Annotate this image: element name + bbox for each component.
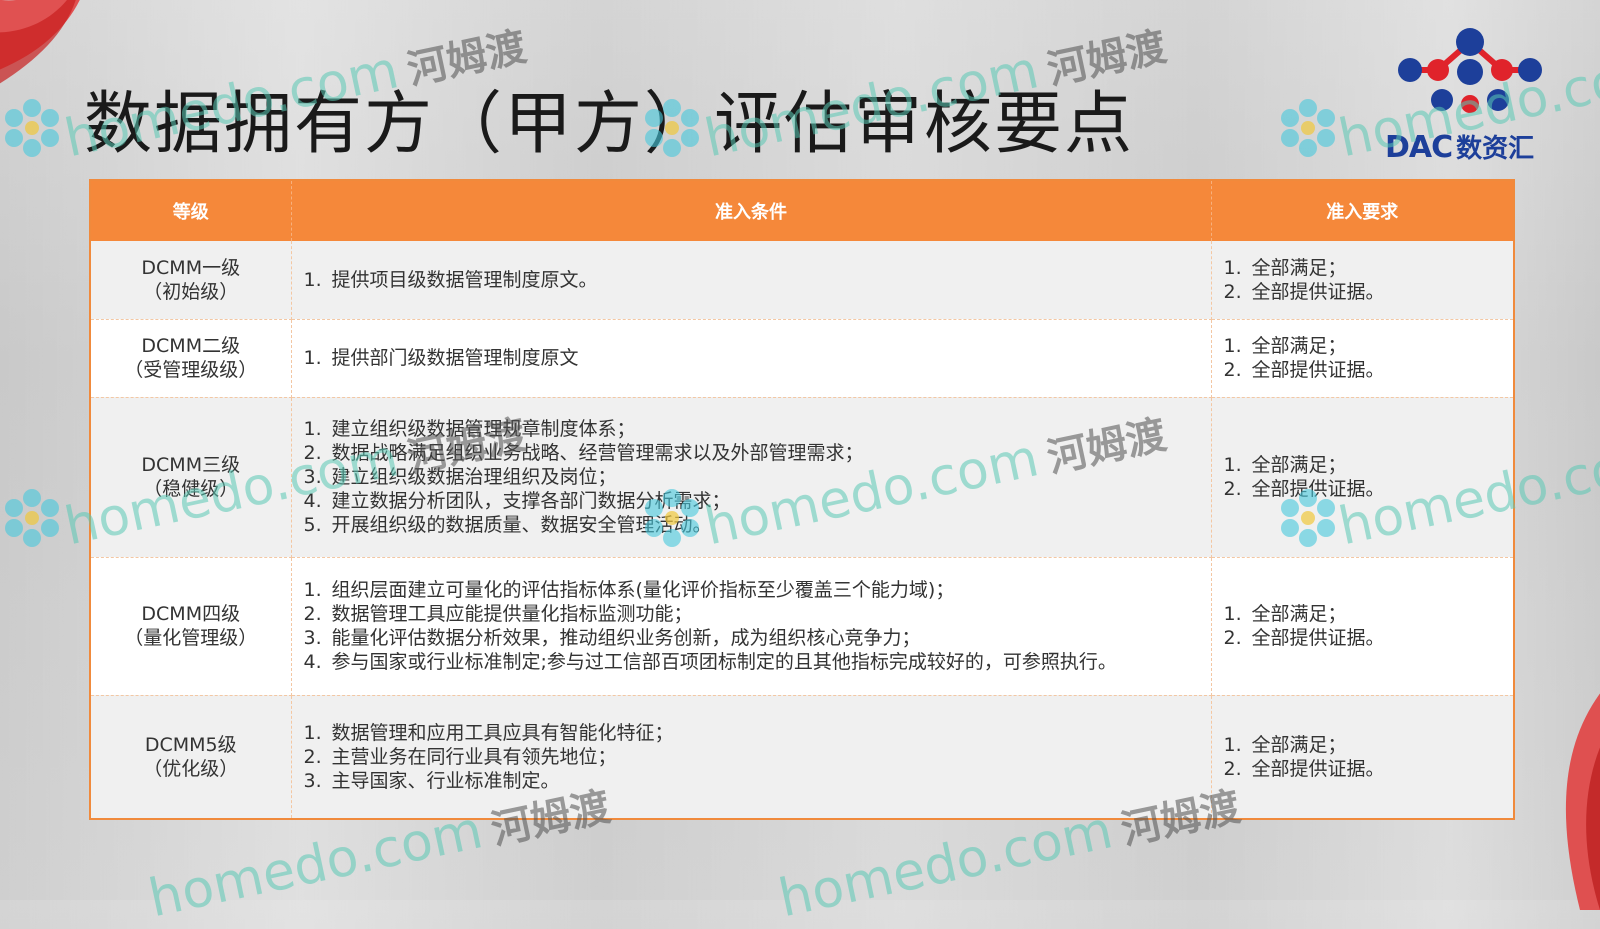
table-row: DCMM二级 （受管理级级） 1. 提供部门级数据管理制度原文 1. 全部满足； 2…: [91, 319, 1513, 398]
list-item: 2. 全部提供证据。: [1223, 478, 1385, 500]
list-item: 4. 建立数据分析团队，支撑各部门数据分析需求；: [303, 490, 731, 512]
level-cell: DCMM二级 （受管理级级）: [91, 319, 292, 398]
list-item: 1. 建立组织级数据管理规章制度体系；: [303, 418, 636, 440]
level-name: DCMM三级: [141, 454, 241, 476]
list-item: 2. 全部提供证据。: [1223, 757, 1385, 780]
watermark-flower-icon: [5, 489, 59, 547]
level-subtitle: （稳健级）: [143, 478, 239, 500]
table-row: DCMM三级 （稳健级） 1. 建立组织级数据管理规章制度体系； 2. 数据战略满足…: [91, 397, 1513, 558]
list-item: 2. 主营业务在同行业具有领先地位；: [303, 745, 617, 768]
logo-brand: DAC: [1385, 130, 1453, 165]
level-cell: DCMM一级 （初始级）: [91, 241, 292, 320]
requirements-cell: 1. 全部满足； 2. 全部提供证据。: [1211, 397, 1513, 558]
list-item: 1. 全部满足；: [1223, 454, 1347, 476]
level-subtitle: （优化级）: [143, 757, 239, 780]
list-item: 2. 全部提供证据。: [1223, 359, 1385, 381]
requirements-cell: 1. 全部满足； 2. 全部提供证据。: [1211, 319, 1513, 398]
list-item: 1. 提供项目级数据管理制度原文。: [303, 268, 598, 291]
watermark-flower-icon: [1281, 99, 1335, 157]
list-item: 2. 全部提供证据。: [1223, 627, 1385, 649]
logo-wordmark: DAC 数资汇: [1385, 128, 1534, 165]
level-subtitle: （初始级）: [143, 280, 239, 303]
list-item: 1. 全部满足；: [1223, 256, 1347, 279]
list-item: 4. 参与国家或行业标准制定;参与过工信部百项团标制定的且其他指标完成较好的，可参…: [303, 651, 1117, 673]
column-header-conditions: 准入条件: [291, 181, 1212, 241]
list-item: 1. 全部满足；: [1223, 335, 1347, 357]
table-row: DCMM四级 （量化管理级） 1. 组织层面建立可量化的评估指标体系(量化评价指标…: [91, 557, 1513, 696]
list-item: 1. 全部满足；: [1223, 733, 1347, 756]
list-item: 2. 数据管理工具应能提供量化指标监测功能；: [303, 603, 693, 625]
list-item: 1. 全部满足；: [1223, 603, 1347, 625]
list-item: 5. 开展组织级的数据质量、数据安全管理活动。: [303, 514, 712, 536]
assessment-table: 等级 准入条件 准入要求 DCMM一级 （初始级） 1. 提供项目级数据管理制度原…: [89, 179, 1515, 820]
logo-brand-cn: 数资汇: [1456, 134, 1535, 164]
requirements-cell: 1. 全部满足； 2. 全部提供证据。: [1211, 241, 1513, 320]
requirements-cell: 1. 全部满足； 2. 全部提供证据。: [1211, 695, 1513, 818]
list-item: 2. 全部提供证据。: [1223, 280, 1385, 303]
list-item: 1. 组织层面建立可量化的评估指标体系(量化评价指标至少覆盖三个能力域)；: [303, 579, 955, 601]
level-cell: DCMM三级 （稳健级）: [91, 397, 292, 558]
requirements-cell: 1. 全部满足； 2. 全部提供证据。: [1211, 557, 1513, 696]
conditions-cell: 1. 建立组织级数据管理规章制度体系； 2. 数据战略满足组织业务战略、经营管理需求…: [291, 397, 1212, 558]
column-header-level: 等级: [91, 181, 292, 241]
level-subtitle: （量化管理级）: [124, 627, 258, 649]
level-name: DCMM5级: [144, 733, 237, 756]
list-item: 3. 能量化评估数据分析效果，推动组织业务创新，成为组织核心竞争力；: [303, 627, 921, 649]
level-name: DCMM二级: [141, 335, 241, 357]
level-subtitle: （受管理级级）: [124, 359, 258, 381]
level-cell: DCMM四级 （量化管理级）: [91, 557, 292, 696]
list-item: 3. 主导国家、行业标准制定。: [303, 769, 560, 792]
table-row: DCMM一级 （初始级） 1. 提供项目级数据管理制度原文。 1. 全部满足； 2.…: [91, 241, 1513, 320]
conditions-cell: 1. 数据管理和应用工具应具有智能化特征； 2. 主营业务在同行业具有领先地位； 3…: [291, 695, 1212, 818]
list-item: 1. 数据管理和应用工具应具有智能化特征；: [303, 721, 674, 744]
level-name: DCMM四级: [141, 603, 241, 625]
list-item: 2. 数据战略满足组织业务战略、经营管理需求以及外部管理需求；: [303, 442, 864, 464]
column-header-requirements: 准入要求: [1211, 181, 1513, 241]
table-row: DCMM5级 （优化级） 1. 数据管理和应用工具应具有智能化特征； 2. 主营业务…: [91, 695, 1513, 818]
conditions-cell: 1. 组织层面建立可量化的评估指标体系(量化评价指标至少覆盖三个能力域)； 2. 数…: [291, 557, 1212, 696]
list-item: 1. 提供部门级数据管理制度原文: [303, 347, 579, 369]
page-title: 数据拥有方（甲方）评估审核要点: [84, 85, 1135, 164]
red-ribbon-decoration-bottom: [1565, 693, 1600, 910]
level-name: DCMM一级: [141, 256, 241, 279]
conditions-cell: 1. 提供部门级数据管理制度原文: [291, 319, 1212, 398]
table-header-row: 等级 准入条件 准入要求: [91, 181, 1513, 241]
conditions-cell: 1. 提供项目级数据管理制度原文。: [291, 241, 1212, 320]
list-item: 3. 建立组织级数据治理组织及岗位；: [303, 466, 617, 488]
level-cell: DCMM5级 （优化级）: [91, 695, 292, 818]
